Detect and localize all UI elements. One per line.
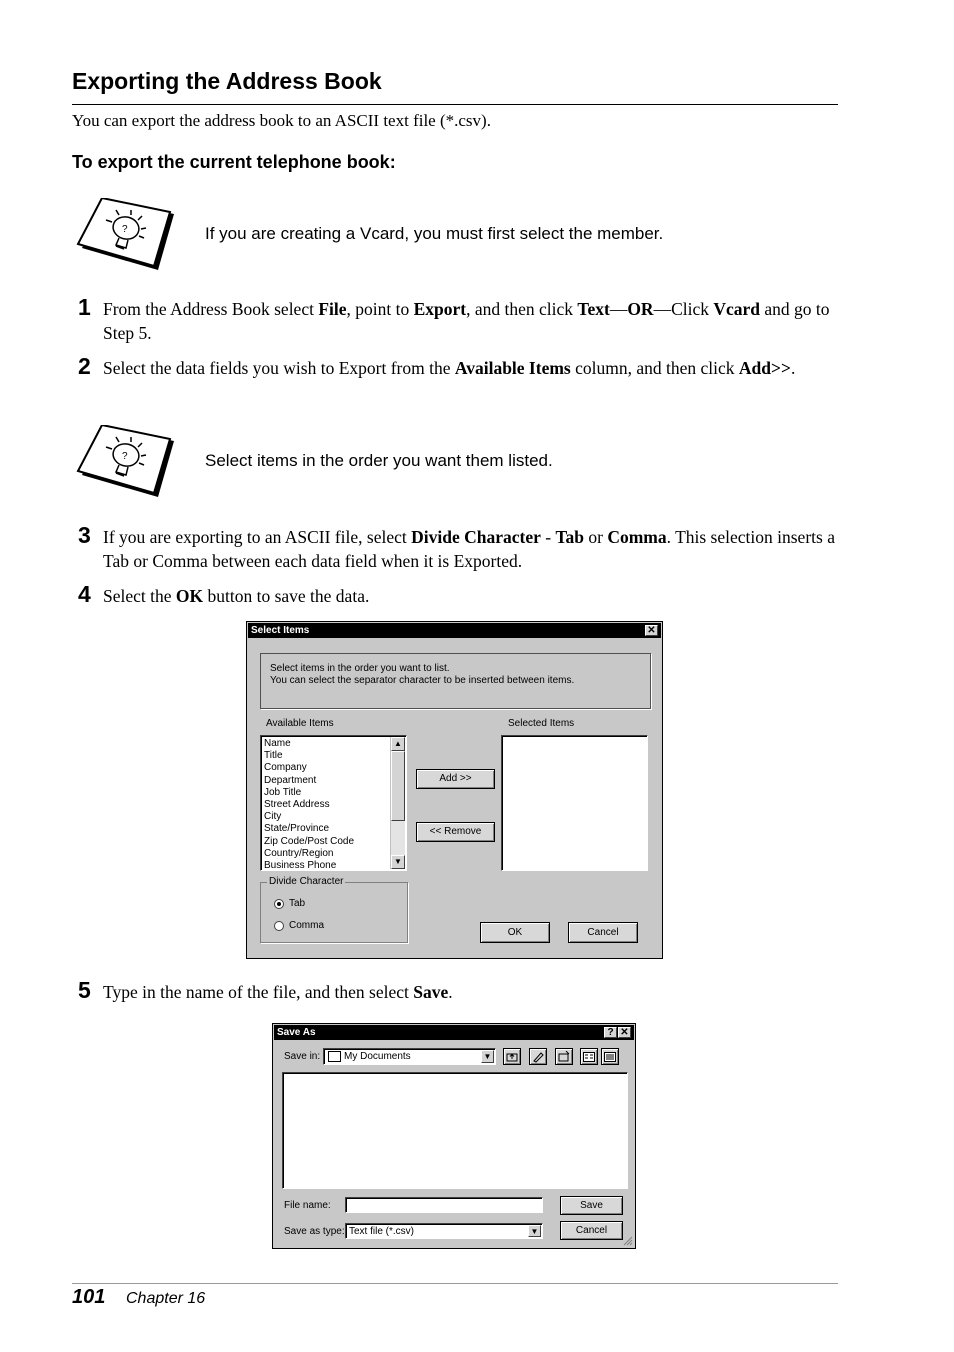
help-icon[interactable]: ? <box>604 1027 617 1038</box>
instructions-box: Select items in the order you want to li… <box>260 653 651 709</box>
svg-text:?: ? <box>122 451 128 462</box>
step-1-text: From the Address Book select File, point… <box>103 299 830 343</box>
save-as-type-label: Save as type: <box>284 1226 345 1237</box>
save-in-value: My Documents <box>344 1051 411 1062</box>
dialog-titlebar: Select Items ✕ <box>248 623 661 638</box>
file-name-input[interactable] <box>345 1197 543 1213</box>
list-item[interactable]: Country/Region <box>264 848 333 860</box>
selected-items-list[interactable] <box>501 735 648 871</box>
dialog-titlebar: Save As ? ✕ <box>274 1025 634 1040</box>
save-as-dialog: Save As ? ✕ Save in: My Documents ▼ File… <box>272 1023 636 1249</box>
chapter-label: Chapter 16 <box>126 1290 206 1307</box>
step-number: 2 <box>78 353 91 379</box>
up-folder-icon[interactable] <box>503 1048 521 1065</box>
list-item[interactable]: City <box>264 811 281 823</box>
select-items-dialog: Select Items ✕ Select items in the order… <box>246 621 663 959</box>
list-item[interactable]: Zip Code/Post Code <box>264 836 354 848</box>
intro-text: You can export the address book to an AS… <box>72 111 491 130</box>
lightbulb-note-icon: ? <box>76 425 174 497</box>
scroll-up-icon[interactable]: ▲ <box>391 737 405 751</box>
step-5-text: Type in the name of the file, and then s… <box>103 982 453 1002</box>
step-3-text: If you are exporting to an ASCII file, s… <box>103 527 835 571</box>
remove-button[interactable]: << Remove <box>416 822 495 842</box>
radio-comma[interactable] <box>274 921 284 931</box>
lightbulb-note-icon: ? <box>76 198 174 270</box>
step-2-text: Select the data fields you wish to Expor… <box>103 358 796 378</box>
divide-character-group: Divide Character Tab Comma <box>260 876 408 943</box>
close-icon[interactable]: ✕ <box>645 625 658 636</box>
ok-button[interactable]: OK <box>480 922 550 943</box>
note-order: Select items in the order you want them … <box>205 451 553 470</box>
cancel-button[interactable]: Cancel <box>568 922 638 943</box>
available-items-list[interactable]: Name Title Company Department Job Title Stree… <box>260 735 407 871</box>
add-button[interactable]: Add >> <box>416 769 495 789</box>
save-in-label: Save in: <box>284 1051 321 1062</box>
list-item[interactable]: Name <box>264 738 291 750</box>
svg-text:?: ? <box>122 224 128 235</box>
step-number: 5 <box>78 977 91 1003</box>
page-number: 101 <box>72 1286 106 1308</box>
step-number: 4 <box>78 581 91 607</box>
instructions-line-1: Select items in the order you want to li… <box>270 663 450 674</box>
divide-character-label: Divide Character <box>267 876 346 887</box>
page-heading: Exporting the Address Book <box>72 68 382 94</box>
step-number: 3 <box>78 522 91 548</box>
save-as-type-value: Text file (*.csv) <box>349 1226 415 1237</box>
list-item[interactable]: Street Address <box>264 799 330 811</box>
save-in-select[interactable]: My Documents ▼ <box>323 1048 496 1065</box>
subheading: To export the current telephone book: <box>72 152 396 172</box>
details-view-icon[interactable] <box>601 1048 619 1065</box>
resize-grip-icon[interactable] <box>623 1236 633 1246</box>
scroll-down-icon[interactable]: ▼ <box>391 855 405 869</box>
list-item[interactable]: Company <box>264 762 307 774</box>
list-view-icon[interactable] <box>580 1048 598 1065</box>
list-item[interactable]: Department <box>264 775 316 787</box>
cancel-button[interactable]: Cancel <box>560 1221 623 1240</box>
dialog-title: Select Items <box>251 625 310 636</box>
close-icon[interactable]: ✕ <box>618 1027 631 1038</box>
radio-tab-label[interactable]: Tab <box>289 898 305 909</box>
desktop-icon[interactable] <box>529 1048 547 1065</box>
radio-tab[interactable] <box>274 899 284 909</box>
dialog-title: Save As <box>277 1027 316 1038</box>
footer-divider <box>72 1283 838 1284</box>
list-item[interactable]: Job Title <box>264 787 301 799</box>
list-item[interactable]: State/Province <box>264 823 329 835</box>
note-vcard: If you are creating a Vcard, you must fi… <box>205 224 664 243</box>
chevron-down-icon[interactable]: ▼ <box>481 1050 494 1063</box>
list-scrollbar[interactable]: ▲ ▼ <box>390 737 405 869</box>
folder-icon <box>328 1051 341 1062</box>
list-item[interactable]: Title <box>264 750 283 762</box>
heading-divider <box>72 104 838 105</box>
chevron-down-icon[interactable]: ▼ <box>528 1225 541 1237</box>
file-name-label: File name: <box>284 1200 331 1211</box>
list-item[interactable]: Business Phone <box>264 860 336 872</box>
save-as-type-select[interactable]: Text file (*.csv) ▼ <box>345 1223 543 1239</box>
selected-items-label: Selected Items <box>508 718 575 729</box>
new-folder-icon[interactable] <box>555 1048 573 1065</box>
file-browser-area[interactable] <box>282 1072 628 1189</box>
step-4-text: Select the OK button to save the data. <box>103 586 370 606</box>
available-items-label: Available Items <box>266 718 334 729</box>
radio-comma-label[interactable]: Comma <box>289 920 324 931</box>
save-button[interactable]: Save <box>560 1196 623 1215</box>
step-number: 1 <box>78 294 91 320</box>
instructions-line-2: You can select the separator character t… <box>270 675 575 686</box>
scroll-thumb[interactable] <box>391 751 405 821</box>
